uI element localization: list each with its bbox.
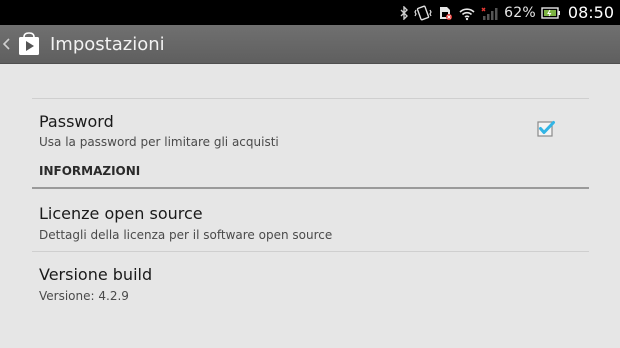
section-header-label: INFORMAZIONI [39, 164, 141, 178]
status-bar: 62% 08:50 [0, 0, 620, 25]
open-source-licenses-preference[interactable]: Licenze open source Dettagli della licen… [32, 189, 589, 251]
password-title: Password [39, 112, 114, 131]
licenses-title: Licenze open source [39, 204, 203, 223]
battery-percent: 62% [504, 4, 536, 21]
signal-icon [481, 0, 499, 25]
screen-title: Impostazioni [50, 33, 165, 55]
licenses-summary: Dettagli della licenza per il software o… [39, 228, 333, 242]
build-title: Versione build [39, 265, 153, 284]
vibrate-icon [414, 0, 432, 25]
chevron-left-icon [3, 38, 13, 50]
wifi-icon [458, 0, 476, 25]
settings-list: Password Usa la password per limitare gl… [32, 98, 589, 312]
clock: 08:50 [567, 3, 614, 22]
status-icons: 62% 08:50 [399, 0, 614, 25]
build-version-preference[interactable]: Versione build Versione: 4.2.9 [32, 252, 589, 312]
password-checkbox[interactable] [537, 120, 555, 137]
password-preference[interactable]: Password Usa la password per limitare gl… [32, 99, 589, 153]
password-summary: Usa la password per limitare gli acquist… [39, 135, 279, 149]
play-store-icon [16, 31, 42, 57]
action-bar-up-button[interactable]: Impostazioni [0, 25, 620, 64]
bluetooth-icon [399, 0, 409, 25]
section-header: INFORMAZIONI [32, 153, 589, 189]
no-sim-icon [437, 0, 453, 25]
build-summary: Versione: 4.2.9 [39, 289, 129, 303]
battery-icon [541, 0, 561, 25]
